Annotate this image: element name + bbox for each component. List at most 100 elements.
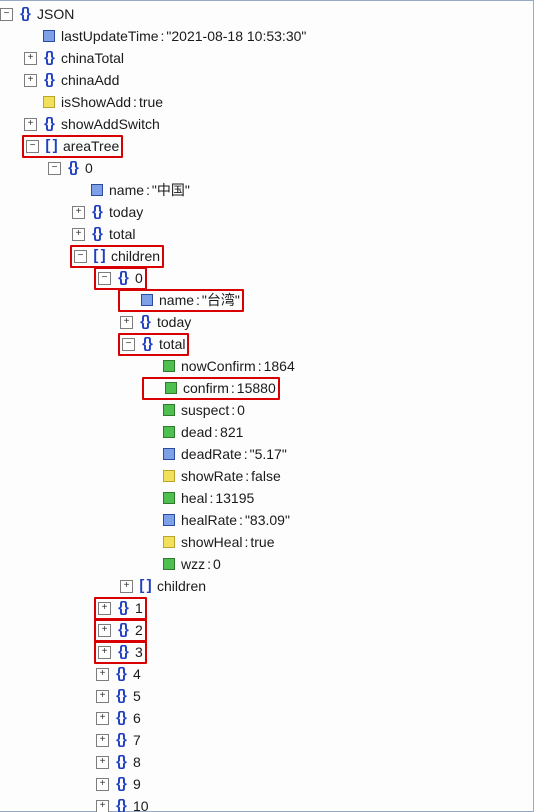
node-chinatotal[interactable]: + {} chinaTotal <box>0 47 533 69</box>
node-json[interactable]: − {} JSON <box>0 3 533 25</box>
highlight-box: + {} 1 <box>94 597 147 620</box>
plus-icon[interactable]: + <box>96 668 109 681</box>
minus-icon[interactable]: − <box>98 272 111 285</box>
node-children-1[interactable]: + {} 1 <box>0 597 533 619</box>
colon: : <box>237 509 245 531</box>
node-areatree-0[interactable]: − {} 0 <box>0 157 533 179</box>
plus-icon[interactable]: + <box>98 646 111 659</box>
minus-icon[interactable]: − <box>48 162 61 175</box>
object-icon: {} <box>115 619 131 641</box>
node-children-7[interactable]: + {} 7 <box>0 729 533 751</box>
node-total[interactable]: + {} total <box>0 223 533 245</box>
node-lastupdatetime[interactable]: − lastUpdateTime : "2021-08-18 10:53:30" <box>0 25 533 47</box>
node-key: showRate <box>181 465 243 487</box>
node-wzz[interactable]: − wzz : 0 <box>0 553 533 575</box>
node-label: total <box>159 333 185 355</box>
object-icon: {} <box>41 69 57 91</box>
plus-icon[interactable]: + <box>96 690 109 703</box>
plus-icon[interactable]: + <box>96 712 109 725</box>
highlight-box: + {} 2 <box>94 619 147 642</box>
node-label: JSON <box>37 3 74 25</box>
node-children-9[interactable]: + {} 9 <box>0 773 533 795</box>
colon: : <box>144 179 152 201</box>
node-total-2[interactable]: − {} total <box>0 333 533 355</box>
minus-icon[interactable]: − <box>26 140 39 153</box>
node-key: name <box>109 179 144 201</box>
plus-icon[interactable]: + <box>96 778 109 791</box>
node-healrate[interactable]: − healRate : "83.09" <box>0 509 533 531</box>
node-children-8[interactable]: + {} 8 <box>0 751 533 773</box>
highlight-box: − name : "台湾" <box>118 289 244 312</box>
object-icon: {} <box>113 663 129 685</box>
node-areatree[interactable]: − [ ] areaTree <box>0 135 533 157</box>
plus-icon[interactable]: + <box>96 734 109 747</box>
node-children[interactable]: − [ ] children <box>0 245 533 267</box>
plus-icon[interactable]: + <box>120 580 133 593</box>
node-deadrate[interactable]: − deadRate : "5.17" <box>0 443 533 465</box>
node-children-0[interactable]: − {} 0 <box>0 267 533 289</box>
node-value: 821 <box>220 421 243 443</box>
plus-icon[interactable]: + <box>24 52 37 65</box>
node-children-10[interactable]: + {} 10 <box>0 795 533 812</box>
node-children-2[interactable]: + {} 2 <box>0 619 533 641</box>
node-dead[interactable]: − dead : 821 <box>0 421 533 443</box>
minus-icon[interactable]: − <box>0 8 13 21</box>
plus-icon[interactable]: + <box>96 800 109 812</box>
object-icon: {} <box>41 113 57 135</box>
node-label: 4 <box>133 663 141 685</box>
plus-icon[interactable]: + <box>120 316 133 329</box>
node-children-nested[interactable]: + [ ] children <box>0 575 533 597</box>
node-heal[interactable]: − heal : 13195 <box>0 487 533 509</box>
minus-icon[interactable]: − <box>122 338 135 351</box>
node-name-china[interactable]: − name : "中国" <box>0 179 533 201</box>
node-today[interactable]: + {} today <box>0 201 533 223</box>
node-name-taiwan[interactable]: − name : "台湾" <box>0 289 533 311</box>
value-icon <box>89 184 105 196</box>
node-showrate[interactable]: − showRate : false <box>0 465 533 487</box>
node-label: chinaTotal <box>61 47 124 69</box>
node-confirm[interactable]: − confirm : 15880 <box>0 377 533 399</box>
value-icon <box>41 96 57 108</box>
colon: : <box>229 377 237 399</box>
plus-icon[interactable]: + <box>24 74 37 87</box>
node-key: nowConfirm <box>181 355 256 377</box>
colon: : <box>131 91 139 113</box>
node-key: wzz <box>181 553 205 575</box>
node-chinaadd[interactable]: + {} chinaAdd <box>0 69 533 91</box>
value-icon <box>161 448 177 460</box>
object-icon: {} <box>115 641 131 663</box>
array-icon: [ ] <box>137 575 153 597</box>
node-children-4[interactable]: + {} 4 <box>0 663 533 685</box>
plus-icon[interactable]: + <box>96 756 109 769</box>
minus-icon[interactable]: − <box>74 250 87 263</box>
plus-icon[interactable]: + <box>24 118 37 131</box>
colon: : <box>229 399 237 421</box>
node-nowconfirm[interactable]: − nowConfirm : 1864 <box>0 355 533 377</box>
node-key: healRate <box>181 509 237 531</box>
node-today-2[interactable]: + {} today <box>0 311 533 333</box>
node-label: children <box>111 245 160 267</box>
node-key: heal <box>181 487 207 509</box>
node-children-6[interactable]: + {} 6 <box>0 707 533 729</box>
plus-icon[interactable]: + <box>72 228 85 241</box>
node-label: 2 <box>135 619 143 641</box>
plus-icon[interactable]: + <box>98 602 111 615</box>
node-showaddswitch[interactable]: + {} showAddSwitch <box>0 113 533 135</box>
value-icon <box>161 470 177 482</box>
plus-icon[interactable]: + <box>98 624 111 637</box>
plus-icon[interactable]: + <box>72 206 85 219</box>
node-value: 1864 <box>264 355 295 377</box>
node-isshowadd[interactable]: − isShowAdd : true <box>0 91 533 113</box>
node-children-5[interactable]: + {} 5 <box>0 685 533 707</box>
node-key: isShowAdd <box>61 91 131 113</box>
tree-root: − {} JSON − lastUpdateTime : "2021-08-18… <box>0 1 533 812</box>
node-children-3[interactable]: + {} 3 <box>0 641 533 663</box>
colon: : <box>205 553 213 575</box>
array-icon: [ ] <box>91 245 107 267</box>
value-icon <box>161 536 177 548</box>
node-showheal[interactable]: − showHeal : true <box>0 531 533 553</box>
node-value: "中国" <box>152 179 190 201</box>
node-value: "5.17" <box>250 443 287 465</box>
object-icon: {} <box>137 311 153 333</box>
node-suspect[interactable]: − suspect : 0 <box>0 399 533 421</box>
